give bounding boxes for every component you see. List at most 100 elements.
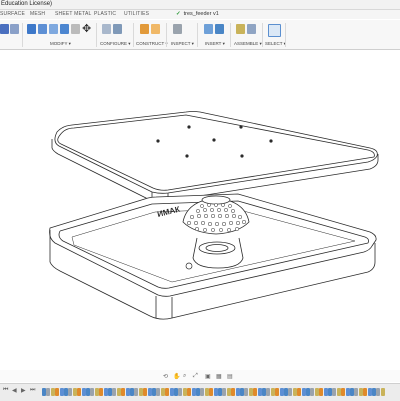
timeline-feature[interactable] xyxy=(59,388,64,396)
timeline[interactable]: ⏮ ◀ ▶ ⏭ xyxy=(0,383,400,401)
timeline-feature[interactable] xyxy=(138,388,143,396)
fillet-icon[interactable] xyxy=(38,24,47,34)
timeline-feature[interactable] xyxy=(50,388,55,396)
timeline-feature[interactable] xyxy=(90,388,95,396)
timeline-start-icon[interactable]: ⏮ xyxy=(3,387,8,394)
timeline-feature[interactable] xyxy=(372,388,376,396)
fit-icon[interactable]: ⤢ xyxy=(193,373,198,380)
model-drawing[interactable]: ИМАК xyxy=(0,50,400,370)
display-settings-icon[interactable]: ▣ xyxy=(205,373,211,380)
timeline-prev-icon[interactable]: ◀ xyxy=(12,387,17,394)
timeline-feature[interactable] xyxy=(350,388,354,396)
timeline-feature[interactable] xyxy=(319,388,324,396)
move-copy-icon[interactable]: ✥ xyxy=(82,24,91,35)
measure-icon[interactable] xyxy=(173,24,182,34)
timeline-feature[interactable] xyxy=(222,388,227,396)
timeline-feature[interactable] xyxy=(174,388,178,396)
timeline-feature[interactable] xyxy=(358,388,363,396)
timeline-feature[interactable] xyxy=(253,388,258,396)
timeline-feature[interactable] xyxy=(213,388,218,396)
timeline-feature[interactable] xyxy=(257,388,262,396)
timeline-feature[interactable] xyxy=(380,388,385,396)
timeline-feature[interactable] xyxy=(306,388,310,396)
timeline-feature[interactable] xyxy=(121,388,126,396)
insert-menu[interactable]: INSERT ▾ xyxy=(205,41,225,47)
timeline-feature[interactable] xyxy=(314,388,319,396)
timeline-feature[interactable] xyxy=(275,388,280,396)
timeline-feature[interactable] xyxy=(218,388,222,396)
timeline-feature[interactable] xyxy=(187,388,192,396)
timeline-feature[interactable] xyxy=(235,388,240,396)
timeline-feature[interactable] xyxy=(178,388,183,396)
insert-mesh-icon[interactable] xyxy=(215,24,224,34)
press-pull-icon[interactable] xyxy=(27,24,36,34)
timeline-feature[interactable] xyxy=(196,388,200,396)
timeline-feature[interactable] xyxy=(367,388,372,396)
timeline-feature[interactable] xyxy=(165,388,170,396)
timeline-play-icon[interactable]: ▶ xyxy=(21,387,26,394)
timeline-feature[interactable] xyxy=(248,388,253,396)
timeline-feature[interactable] xyxy=(297,388,302,396)
timeline-feature[interactable] xyxy=(310,388,315,396)
timeline-feature[interactable] xyxy=(64,388,68,396)
timeline-feature[interactable] xyxy=(125,388,130,396)
timeline-feature[interactable] xyxy=(55,388,60,396)
timeline-feature[interactable] xyxy=(244,388,249,396)
timeline-feature[interactable] xyxy=(147,388,152,396)
timeline-feature[interactable] xyxy=(323,388,328,396)
timeline-feature[interactable] xyxy=(46,388,51,396)
timeline-feature[interactable] xyxy=(341,388,346,396)
timeline-feature[interactable] xyxy=(345,388,350,396)
timeline-feature[interactable] xyxy=(160,388,165,396)
timeline-feature[interactable] xyxy=(376,388,381,396)
tab-surface[interactable]: SURFACE xyxy=(0,10,25,19)
timeline-feature[interactable] xyxy=(134,388,139,396)
joint-icon[interactable] xyxy=(247,24,256,34)
timeline-feature[interactable] xyxy=(270,388,275,396)
timeline-feature[interactable] xyxy=(99,388,104,396)
timeline-end-icon[interactable]: ⏭ xyxy=(30,387,35,394)
select-icon[interactable] xyxy=(268,24,281,37)
timeline-feature[interactable] xyxy=(288,388,293,396)
timeline-feature[interactable] xyxy=(130,388,134,396)
timeline-feature[interactable] xyxy=(143,388,148,396)
tab-utilities[interactable]: UTILITIES xyxy=(124,10,149,19)
timeline-feature[interactable] xyxy=(152,388,156,396)
timeline-feature[interactable] xyxy=(301,388,306,396)
align-icon[interactable] xyxy=(71,24,80,34)
tab-mesh[interactable]: MESH xyxy=(30,10,45,19)
timeline-feature[interactable] xyxy=(226,388,231,396)
configure-table-icon[interactable] xyxy=(102,24,111,34)
offset-plane-icon[interactable] xyxy=(140,24,149,34)
timeline-feature[interactable] xyxy=(292,388,297,396)
timeline-feature[interactable] xyxy=(284,388,288,396)
new-component-icon[interactable] xyxy=(236,24,245,34)
timeline-feature[interactable] xyxy=(354,388,359,396)
timeline-feature[interactable] xyxy=(68,388,73,396)
assemble-menu[interactable]: ASSEMBLE ▾ xyxy=(234,41,262,47)
combine-icon[interactable] xyxy=(60,24,69,34)
timeline-feature[interactable] xyxy=(209,388,214,396)
timeline-feature[interactable] xyxy=(336,388,341,396)
timeline-feature[interactable] xyxy=(169,388,174,396)
timeline-feature[interactable] xyxy=(103,388,108,396)
select-menu[interactable]: SELECT ▾ xyxy=(265,41,286,47)
timeline-feature[interactable] xyxy=(182,388,187,396)
create-form-icon[interactable] xyxy=(0,24,9,34)
insert-image-icon[interactable] xyxy=(204,24,213,34)
timeline-feature[interactable] xyxy=(81,388,86,396)
inspect-menu[interactable]: INSPECT ▾ xyxy=(171,41,194,47)
shell-icon[interactable] xyxy=(49,24,58,34)
viewports-icon[interactable]: ▤ xyxy=(227,373,233,380)
timeline-feature[interactable] xyxy=(112,388,117,396)
timeline-feature[interactable] xyxy=(86,388,90,396)
timeline-feature[interactable] xyxy=(77,388,82,396)
pan-icon[interactable]: ✋ xyxy=(173,373,180,380)
timeline-feature[interactable] xyxy=(204,388,209,396)
timeline-feature[interactable] xyxy=(191,388,196,396)
timeline-feature[interactable] xyxy=(266,388,271,396)
timeline-feature[interactable] xyxy=(262,388,266,396)
viewport[interactable]: ИМАК xyxy=(0,50,400,370)
timeline-feature[interactable] xyxy=(116,388,121,396)
grid-icon[interactable]: ▦ xyxy=(216,373,222,380)
